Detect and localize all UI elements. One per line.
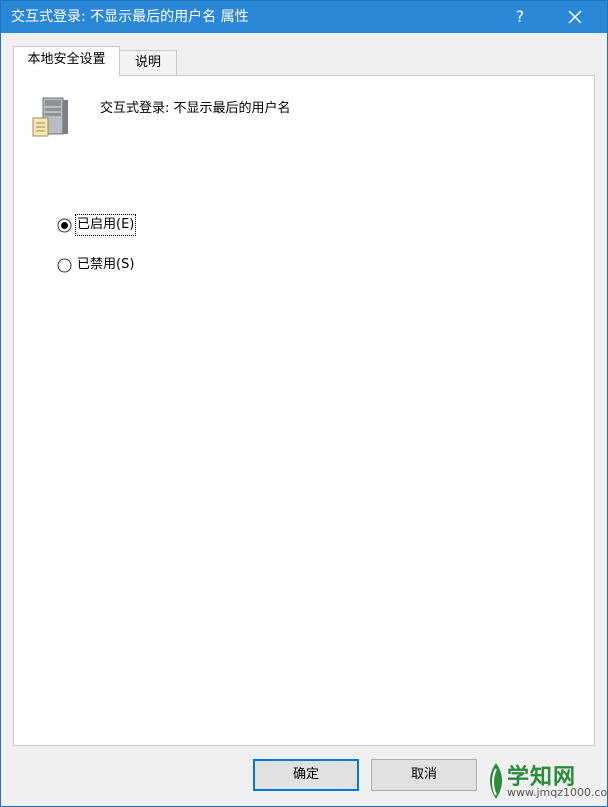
close-icon (568, 10, 582, 24)
ok-button[interactable]: 确定 (253, 759, 359, 791)
cancel-button[interactable]: 取消 (371, 759, 477, 791)
tab-panel (13, 75, 595, 746)
watermark-url: www.jmqz1000.com (507, 786, 608, 799)
close-button[interactable] (557, 1, 593, 33)
title-bar[interactable]: 交互式登录: 不显示最后的用户名 属性 ? (1, 1, 607, 33)
site-watermark: 学知网 www.jmqz1000.com (485, 757, 608, 805)
radio-disabled[interactable] (57, 258, 72, 273)
watermark-logo-icon (489, 763, 503, 799)
tab-local-security-setting[interactable]: 本地安全设置 (13, 46, 120, 76)
tab-explain[interactable]: 说明 (120, 50, 177, 76)
radio-disabled-label[interactable]: 已禁用(S) (77, 256, 134, 274)
server-icon (32, 97, 68, 137)
policy-title: 交互式登录: 不显示最后的用户名 (100, 101, 291, 116)
radio-enabled-label[interactable]: 已启用(E) (74, 214, 137, 236)
help-button[interactable]: ? (506, 1, 534, 33)
properties-dialog: 交互式登录: 不显示最后的用户名 属性 ? 本地安全设置 说明 交互式登录: 不… (0, 0, 608, 807)
radio-enabled[interactable] (57, 218, 72, 233)
window-title: 交互式登录: 不显示最后的用户名 属性 (11, 9, 249, 25)
